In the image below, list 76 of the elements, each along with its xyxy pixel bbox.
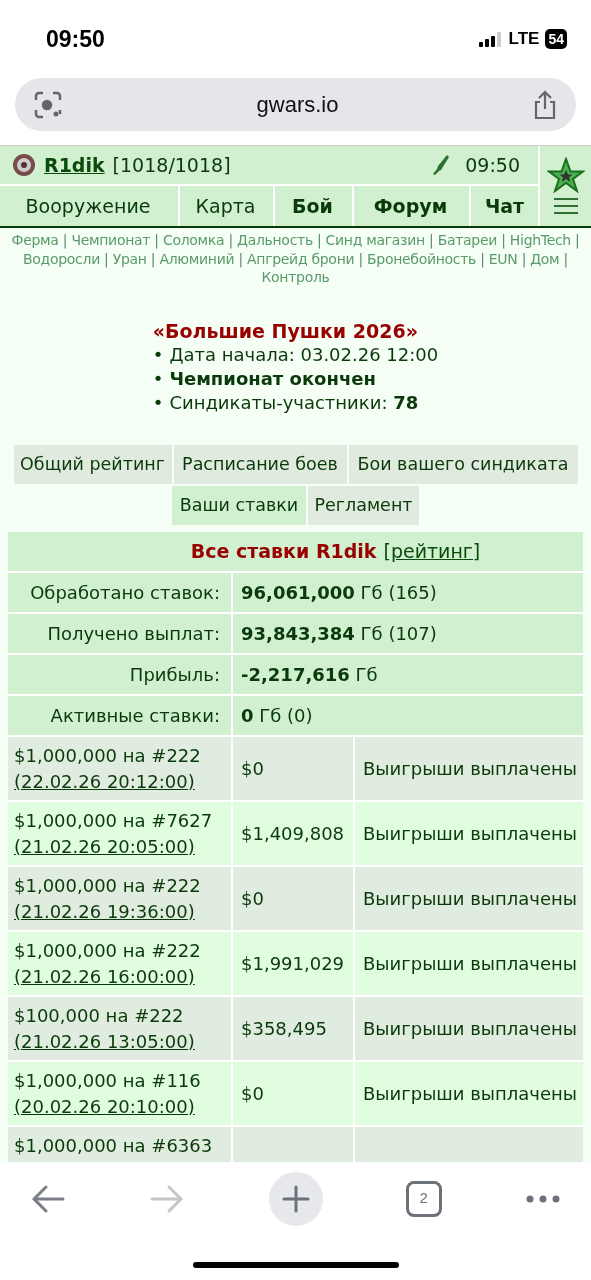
status-cell: Выигрыши выплачены xyxy=(355,931,583,995)
date-link[interactable]: (21.02.26 16:00:00) xyxy=(14,963,231,990)
summary-value: 0 Гб (0) xyxy=(241,703,313,728)
camera-search-icon[interactable] xyxy=(33,89,63,120)
payout-cell: $0 xyxy=(233,866,355,930)
health-text: [1018/1018] xyxy=(112,152,232,178)
date-link[interactable]: (21.02.26 19:36:00) xyxy=(14,898,231,925)
summary-value: 93,843,384 Гб (107) xyxy=(241,621,437,646)
status-cell: Выигрыши выплачены xyxy=(355,1061,583,1125)
separator: | xyxy=(480,250,485,267)
bets-title: Все ставки R1dik xyxy=(190,538,377,564)
rating-link[interactable]: [рейтинг] xyxy=(383,536,481,566)
status-cell: Выигрыши выплачены xyxy=(355,866,583,930)
separator: | xyxy=(228,232,233,248)
star-icon[interactable] xyxy=(546,157,585,193)
username-link[interactable]: R1dik xyxy=(44,150,105,180)
rifle-icon xyxy=(431,154,450,176)
tabs-count-button[interactable]: 2 xyxy=(405,1180,442,1217)
menu-icon[interactable] xyxy=(552,197,579,215)
info-line: Чемпионат окончен xyxy=(169,366,376,391)
payout-cell: $0 xyxy=(233,1061,355,1125)
address-bar[interactable]: gwars.io xyxy=(15,78,576,131)
separator: | xyxy=(154,232,159,248)
status-cell: Выигрыши выплачены xyxy=(355,996,583,1060)
separator: | xyxy=(563,250,568,267)
tab[interactable]: Общий рейтинг xyxy=(13,444,172,484)
bet-text: $1,000,000 на #222 xyxy=(14,938,202,963)
clock-text: 09:50 xyxy=(465,152,520,178)
summary-value: 96,061,000 Гб (165) xyxy=(241,580,437,605)
championship-title: «Большие Пушки 2026» xyxy=(152,318,419,343)
summary-label: Активные ставки: xyxy=(8,695,233,735)
date-link[interactable]: (21.02.26 20:05:00) xyxy=(14,833,231,860)
status-cell: Выигрыши выплачены xyxy=(355,736,583,800)
battery-icon: 54 xyxy=(545,29,567,49)
tab[interactable]: Регламент xyxy=(308,485,419,525)
bet-text: $1,000,000 на #222 xyxy=(14,873,202,898)
date-link[interactable]: (22.02.26 20:12:00) xyxy=(14,768,231,795)
info-line: Синдикаты-участники: 78 xyxy=(169,390,419,415)
plus-icon xyxy=(281,1184,310,1213)
info-line: Дата начала: 03.02.26 12:00 xyxy=(169,342,439,367)
separator: | xyxy=(501,232,506,248)
bet-text: $1,000,000 на #222 xyxy=(14,743,202,768)
separator: | xyxy=(104,250,109,267)
separator: | xyxy=(150,250,156,267)
summary-value: -2,217,616 Гб xyxy=(241,662,378,687)
bullet-icon: • xyxy=(152,366,164,391)
separator: | xyxy=(317,232,322,248)
status-time: 09:50 xyxy=(46,24,105,54)
payout-cell: $0 xyxy=(233,736,355,800)
bet-text: $1,000,000 на #7627 xyxy=(14,808,214,833)
separator: | xyxy=(62,232,68,248)
bet-text: $1,000,000 на #116 xyxy=(14,1068,202,1093)
bullet-icon: • xyxy=(152,342,164,367)
status-cell: Выигрыши выплачены xyxy=(355,801,583,865)
bet-text: $1,000,000 на #6363 xyxy=(14,1133,214,1158)
separator: | xyxy=(358,250,363,267)
payout-cell: $1,991,029 xyxy=(233,931,355,995)
date-link[interactable]: (20.02.26 20:10:00) xyxy=(14,1093,231,1120)
more-icon[interactable] xyxy=(525,1193,561,1204)
signal-icon xyxy=(478,31,503,47)
back-arrow-icon[interactable] xyxy=(30,1183,66,1214)
bullet-icon: • xyxy=(152,390,164,415)
tab[interactable]: Бои вашего синдиката xyxy=(348,444,578,484)
separator: | xyxy=(521,250,527,267)
date-link[interactable]: (21.02.26 13:05:00) xyxy=(14,1028,231,1055)
payout-cell: $358,495 xyxy=(233,996,355,1060)
bet-text: $100,000 на #222 xyxy=(14,1003,185,1028)
tab[interactable]: Ваши ставки xyxy=(172,485,306,525)
network-label: LTE xyxy=(508,28,540,51)
tab[interactable]: Расписание боев xyxy=(173,444,347,484)
separator: | xyxy=(429,232,434,248)
separator: | xyxy=(238,250,243,267)
share-icon[interactable] xyxy=(532,89,558,120)
separator: | xyxy=(575,232,580,248)
url-text[interactable]: gwars.io xyxy=(256,88,339,121)
payout-cell: $1,409,808 xyxy=(233,801,355,865)
